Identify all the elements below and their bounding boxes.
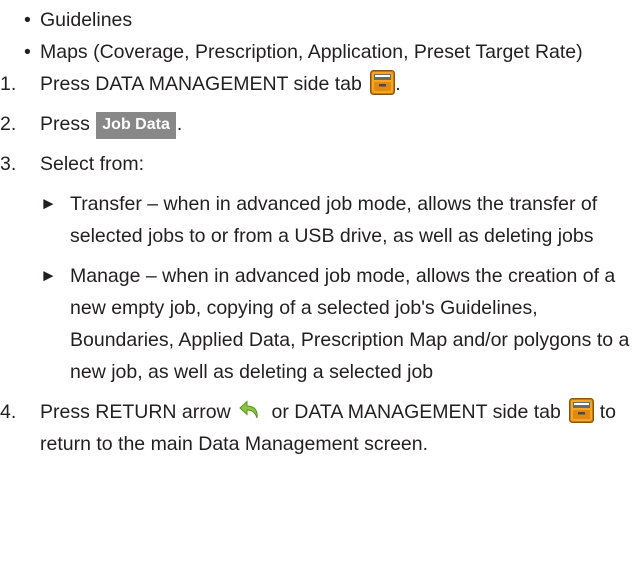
step-text: Press DATA MANAGEMENT side tab: [40, 73, 362, 95]
step-number: 4.: [0, 401, 17, 423]
data-management-icon: [569, 398, 595, 423]
step-list: 1. Press DATA MANAGEMENT side tab . 2. P…: [0, 68, 643, 460]
option-list: ► Transfer – when in advanced job mode, …: [40, 188, 643, 388]
step-text: Press RETURN arrow: [40, 401, 231, 423]
step-number: 1.: [0, 73, 17, 95]
step-text: Press: [40, 113, 90, 135]
step-4: 4. Press RETURN arrow or DATA MANAGEMENT…: [0, 396, 643, 460]
step-text-suffix: .: [176, 113, 183, 135]
option-transfer: ► Transfer – when in advanced job mode, …: [40, 188, 643, 252]
return-arrow-icon: [239, 400, 258, 419]
data-management-icon: [370, 70, 396, 95]
bullet-text: Maps (Coverage, Prescription, Applicatio…: [40, 41, 583, 63]
instruction-page: • Guidelines • Maps (Coverage, Prescript…: [0, 0, 643, 456]
step-text-suffix: .: [395, 73, 401, 95]
bullet-item-maps: • Maps (Coverage, Prescription, Applicat…: [0, 36, 643, 68]
step-number: 3.: [0, 153, 17, 175]
option-text: Manage – when in advanced job mode, allo…: [70, 265, 630, 383]
triangle-arrow-icon: ►: [40, 194, 57, 213]
bullet-text: Guidelines: [40, 9, 133, 31]
triangle-arrow-icon: ►: [40, 266, 57, 285]
bullet-dot: •: [24, 9, 31, 31]
step-number: 2.: [0, 113, 17, 135]
job-data-button: Job Data: [96, 112, 176, 139]
option-manage: ► Manage – when in advanced job mode, al…: [40, 260, 643, 388]
step-2: 2. Press Job Data.: [0, 108, 643, 140]
bullet-dot: •: [24, 41, 31, 63]
option-text: Transfer – when in advanced job mode, al…: [70, 193, 598, 247]
step-1: 1. Press DATA MANAGEMENT side tab .: [0, 68, 643, 100]
step-text-middle: or DATA MANAGEMENT side tab: [271, 401, 561, 423]
bullet-item-guidelines: • Guidelines: [0, 4, 643, 36]
step-3: 3. Select from: ► Transfer – when in adv…: [0, 148, 643, 388]
bullet-list: • Guidelines • Maps (Coverage, Prescript…: [0, 4, 643, 68]
step-text: Select from:: [40, 153, 145, 175]
